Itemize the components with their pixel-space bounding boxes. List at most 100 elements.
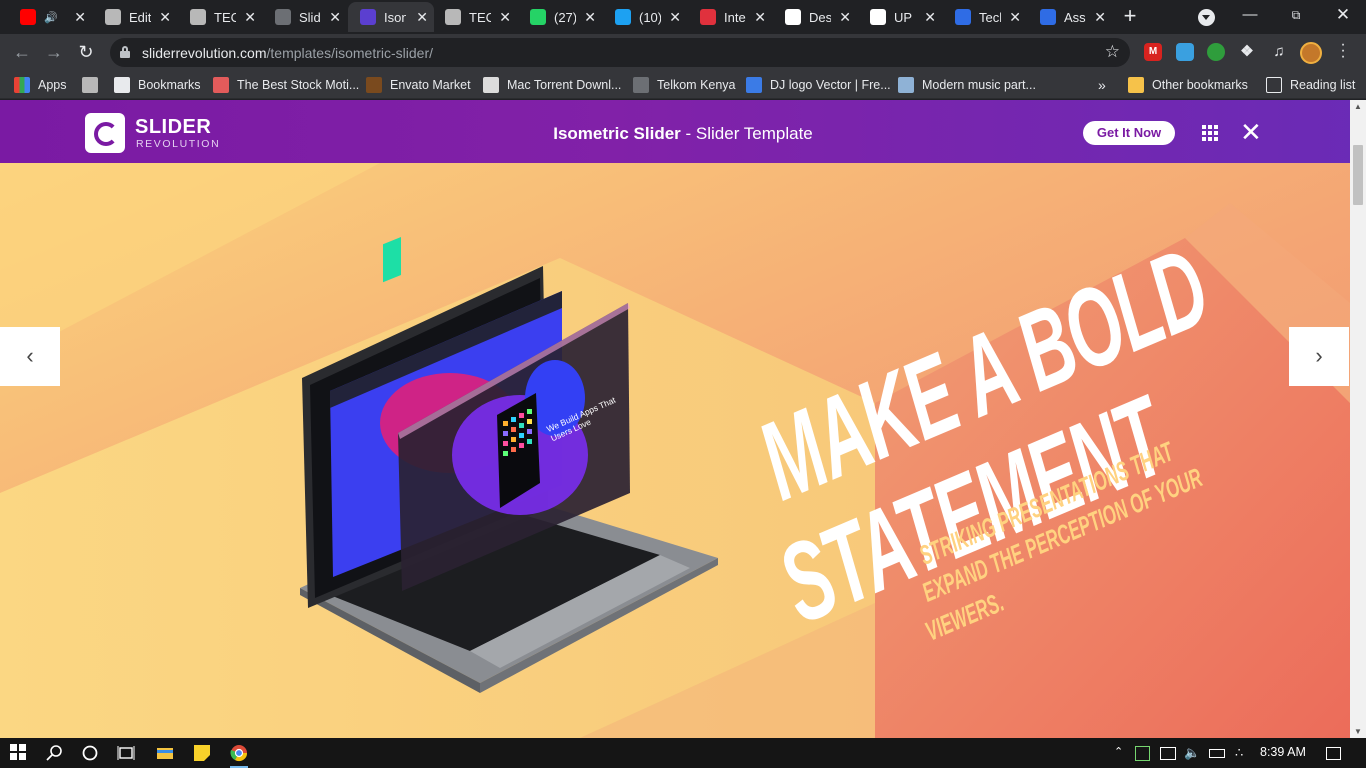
bookmark-item[interactable] xyxy=(82,75,106,95)
cloud-extension-icon[interactable] xyxy=(1176,43,1194,61)
forward-button[interactable]: → xyxy=(42,40,66,64)
slide-stage: We Build Apps That Users Love MAKE A BOL… xyxy=(0,163,1350,738)
tab-title: Edit xyxy=(129,9,151,25)
extensions-puzzle-icon[interactable]: ❖ xyxy=(1238,43,1256,61)
bookmark-item[interactable]: Telkom Kenya xyxy=(633,75,736,95)
bookmark-star-icon[interactable]: ☆ xyxy=(1105,42,1120,62)
grid-menu-icon[interactable] xyxy=(1202,125,1218,141)
cortana-icon[interactable] xyxy=(81,744,99,762)
audio-playing-icon[interactable]: 🔊 xyxy=(44,11,58,24)
new-tab-button[interactable]: + xyxy=(1120,4,1140,28)
more-bookmarks-button[interactable]: » xyxy=(1098,75,1106,95)
close-tab-icon[interactable]: ✕ xyxy=(839,9,851,26)
bookmarks-bar: Apps Bookmarks The Best Stock Moti... Envat… xyxy=(0,70,1366,99)
page-scrollbar[interactable]: ▲ ▼ xyxy=(1350,100,1366,738)
media-control-icon[interactable]: ♫ xyxy=(1270,43,1288,61)
tab-title: Tech xyxy=(979,9,1001,25)
search-icon[interactable] xyxy=(46,744,64,762)
tab-7[interactable]: (10) ✕ xyxy=(603,2,687,32)
close-tab-icon[interactable]: ✕ xyxy=(1009,9,1021,26)
tab-3[interactable]: Slid ✕ xyxy=(263,2,347,32)
tab-11[interactable]: Tech ✕ xyxy=(943,2,1027,32)
chrome-icon[interactable] xyxy=(230,744,248,768)
file-explorer-icon[interactable] xyxy=(156,744,174,762)
scroll-thumb[interactable] xyxy=(1353,145,1363,205)
sticky-notes-icon[interactable] xyxy=(193,744,211,762)
bookmark-item[interactable]: The Best Stock Moti... xyxy=(213,75,359,95)
url-text[interactable]: sliderrevolution.com/templates/isometric… xyxy=(142,45,433,61)
tab-5[interactable]: TEC ✕ xyxy=(433,2,517,32)
bookmark-item[interactable]: DJ logo Vector | Fre... xyxy=(746,75,891,95)
lock-icon xyxy=(120,46,130,58)
minimize-button[interactable]: — xyxy=(1227,0,1273,32)
tab-12[interactable]: Ass ✕ xyxy=(1028,2,1112,32)
site-icon xyxy=(190,9,206,25)
tab-4[interactable]: Ison ✕ xyxy=(348,2,434,32)
envato-icon xyxy=(366,77,382,93)
windows-start-icon[interactable] xyxy=(10,744,28,762)
bookmark-item[interactable]: Mac Torrent Downl... xyxy=(483,75,621,95)
show-hidden-icons-icon[interactable]: ⌃ xyxy=(1114,745,1123,758)
reload-button[interactable]: ↻ xyxy=(74,40,98,64)
close-tab-icon[interactable]: ✕ xyxy=(669,9,681,26)
mega-extension-icon[interactable]: M xyxy=(1144,43,1162,61)
volume-icon[interactable]: 🔈 xyxy=(1184,745,1200,761)
windows-taskbar: ⌃ 🔈 ∴ 8:39 AM xyxy=(0,738,1366,768)
scroll-up-icon[interactable]: ▲ xyxy=(1354,102,1362,111)
tab-search-icon[interactable] xyxy=(1198,9,1215,26)
close-tab-icon[interactable]: ✕ xyxy=(244,9,256,26)
tab-title: Ass xyxy=(1064,9,1086,25)
tab-1[interactable]: Edit ✕ xyxy=(93,2,177,32)
other-bookmarks-folder[interactable]: Other bookmarks xyxy=(1128,75,1248,95)
close-tab-icon[interactable]: ✕ xyxy=(499,9,511,26)
close-window-button[interactable]: ✕ xyxy=(1320,0,1366,32)
bookmark-label: Apps xyxy=(38,78,67,92)
tab-9[interactable]: Des ✕ xyxy=(773,2,857,32)
bookmark-item[interactable]: Modern music part... xyxy=(898,75,1036,95)
telkom-icon xyxy=(633,77,649,93)
site-icon xyxy=(82,77,98,93)
template-title-rest: - Slider Template xyxy=(680,124,813,143)
close-icon[interactable]: ✕ xyxy=(1240,119,1262,145)
bookmark-item[interactable]: Bookmarks xyxy=(114,75,201,95)
medium-icon xyxy=(785,9,801,25)
url-host: sliderrevolution.com xyxy=(142,45,267,61)
prev-slide-button[interactable]: ‹ xyxy=(0,327,60,386)
clock-time[interactable]: 8:39 AM xyxy=(1260,745,1306,759)
get-it-now-button[interactable]: Get It Now xyxy=(1083,121,1175,145)
task-view-icon[interactable] xyxy=(117,744,135,762)
wifi-icon[interactable]: ∴ xyxy=(1235,745,1243,761)
close-tab-icon[interactable]: ✕ xyxy=(416,9,428,26)
menu-kebab-icon[interactable]: · · · xyxy=(1336,37,1350,65)
bookmark-item[interactable]: Apps xyxy=(14,75,67,95)
tab-6[interactable]: (27) ✕ xyxy=(518,2,602,32)
address-bar[interactable]: sliderrevolution.com/templates/isometric… xyxy=(110,38,1130,67)
notifications-icon[interactable] xyxy=(1326,747,1341,760)
battery-icon[interactable] xyxy=(1209,749,1225,758)
close-tab-icon[interactable]: ✕ xyxy=(74,9,86,26)
close-tab-icon[interactable]: ✕ xyxy=(1094,9,1106,26)
back-button[interactable]: ← xyxy=(10,40,34,64)
site-icon xyxy=(1040,9,1056,25)
reading-list-icon xyxy=(1266,77,1282,93)
close-tab-icon[interactable]: ✕ xyxy=(159,9,171,26)
nvidia-tray-icon[interactable] xyxy=(1135,746,1150,761)
dj-icon xyxy=(746,77,762,93)
close-tab-icon[interactable]: ✕ xyxy=(754,9,766,26)
reading-list-button[interactable]: Reading list xyxy=(1266,75,1355,95)
profile-avatar[interactable] xyxy=(1300,42,1322,64)
network-status-icon[interactable] xyxy=(1160,747,1176,760)
restore-button[interactable]: ⧉ xyxy=(1273,0,1319,32)
close-tab-icon[interactable]: ✕ xyxy=(329,9,341,26)
vpn-extension-icon[interactable] xyxy=(1207,43,1225,61)
tab-0[interactable]: 🔊 ✕ xyxy=(8,2,92,32)
bookmark-item[interactable]: Envato Market xyxy=(366,75,471,95)
tab-2[interactable]: TEC ✕ xyxy=(178,2,262,32)
close-tab-icon[interactable]: ✕ xyxy=(584,9,596,26)
tab-10[interactable]: UP ✕ xyxy=(858,2,942,32)
next-slide-button[interactable]: › xyxy=(1289,327,1349,386)
tab-8[interactable]: Inte ✕ xyxy=(688,2,772,32)
close-tab-icon[interactable]: ✕ xyxy=(924,9,936,26)
motion-icon xyxy=(213,77,229,93)
scroll-down-icon[interactable]: ▼ xyxy=(1354,727,1362,736)
